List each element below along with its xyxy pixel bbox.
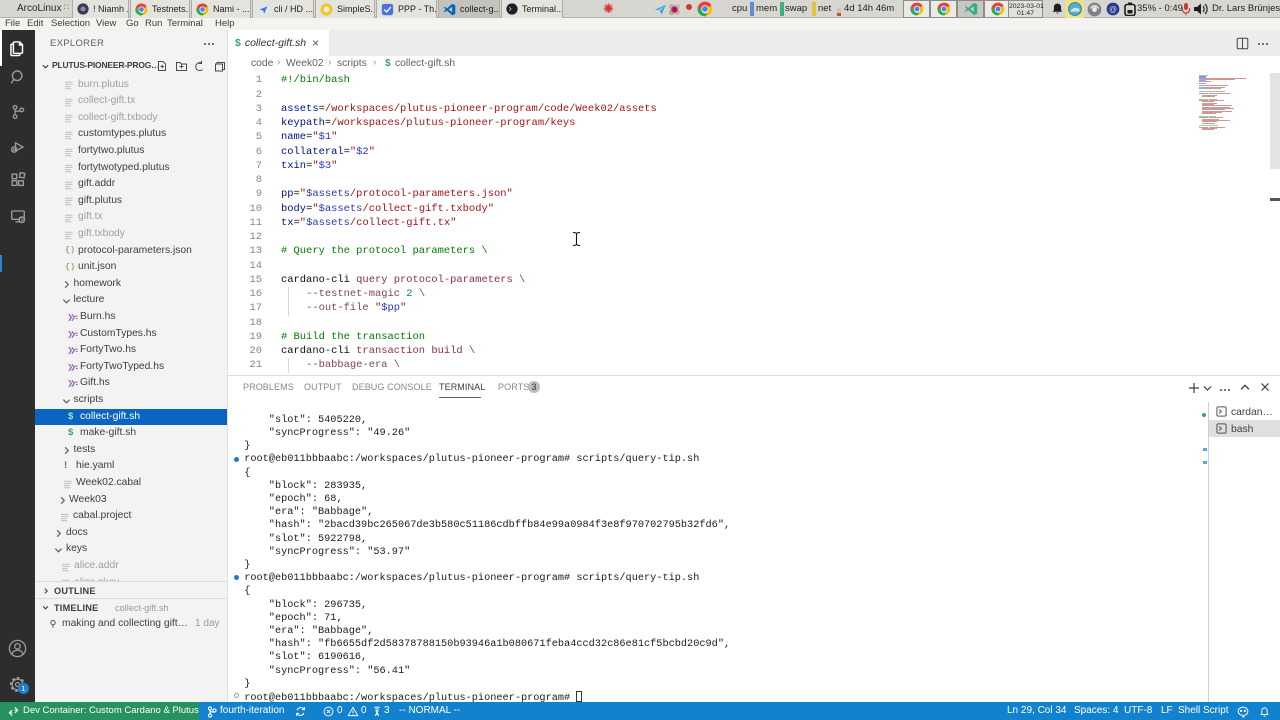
svg-text:@: @ [1109,5,1117,14]
